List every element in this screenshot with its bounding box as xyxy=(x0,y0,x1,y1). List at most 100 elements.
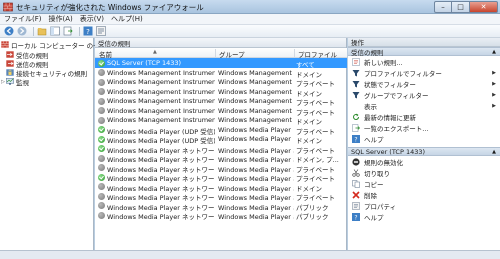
table-row[interactable]: Windows Media Player ネットワーク...Windows Me… xyxy=(95,191,347,202)
rule-disabled-icon xyxy=(98,107,105,114)
sort-arrow-icon: ▲ xyxy=(153,49,157,55)
table-row[interactable]: Windows Management Instrumentat...Window… xyxy=(95,77,347,88)
action-properties[interactable]: プロパティ xyxy=(348,200,500,211)
tree-root-label: ローカル コンピューター のセ xyxy=(11,41,100,50)
properties-icon[interactable] xyxy=(96,26,106,36)
rule-group: Windows Management I... xyxy=(218,97,294,105)
menu-file[interactable]: ファイル(F) xyxy=(4,14,42,24)
filter-icon xyxy=(352,69,360,77)
action-new-rule[interactable]: 新しい規則... xyxy=(348,56,500,67)
rule-name: Windows Management Instrumentat... xyxy=(107,106,215,115)
menu-view[interactable]: 表示(V) xyxy=(80,14,104,24)
disable-rule-icon xyxy=(352,157,360,166)
refresh-icon xyxy=(352,113,360,121)
outbound-rules-icon xyxy=(6,60,14,67)
rule-name: Windows Media Player ネットワーク... xyxy=(107,213,215,221)
rule-enabled-icon xyxy=(98,126,105,133)
submenu-arrow-icon: ▶ xyxy=(492,69,496,76)
table-row[interactable]: Windows Media Player ネットワーク...Windows Me… xyxy=(95,172,347,183)
action-filter-profile[interactable]: プロファイルでフィルター ▶ xyxy=(348,67,500,78)
title-bar: セキュリティが強化された Windows ファイアウォール – □ ✕ xyxy=(0,0,500,14)
action-label: 状態でフィルター xyxy=(364,80,416,89)
back-icon[interactable] xyxy=(4,26,14,36)
export-icon xyxy=(352,123,360,132)
table-row[interactable]: Windows Management Instrumentat...Window… xyxy=(95,87,347,98)
tree-item-monitoring[interactable]: ▷ 監視 xyxy=(0,77,29,87)
submenu-arrow-icon: ▶ xyxy=(492,80,496,87)
table-row[interactable]: Windows Media Player ネットワーク...Windows Me… xyxy=(95,210,347,221)
column-separator[interactable] xyxy=(215,49,216,57)
action-disable-rule[interactable]: 規則の無効化 xyxy=(348,156,500,167)
rule-disabled-icon xyxy=(98,211,105,219)
collapse-caret-icon[interactable]: ▲ xyxy=(492,149,496,155)
action-delete[interactable]: 削除 xyxy=(348,189,500,200)
help-icon: ? xyxy=(352,134,360,143)
collapse-caret-icon[interactable]: ▲ xyxy=(492,49,496,55)
scissors-icon xyxy=(352,168,360,177)
table-row[interactable]: Windows Media Player ネットワーク...Windows Me… xyxy=(95,153,347,164)
rule-disabled-icon xyxy=(98,164,105,171)
menu-help[interactable]: ヘルプ(H) xyxy=(111,14,143,24)
actions-section-selected-rule[interactable]: SQL Server (TCP 1433) ▲ xyxy=(348,147,500,156)
action-cut[interactable]: 切り取り xyxy=(348,167,500,178)
table-row[interactable]: Windows Media Player (UDP 受信) Windows Med… xyxy=(95,134,347,145)
tree-root[interactable]: ローカル コンピューター のセ xyxy=(1,40,100,50)
copy-icon xyxy=(352,179,360,188)
toolbar-separator xyxy=(79,26,80,36)
export-icon[interactable] xyxy=(63,26,73,36)
rule-name: Windows Management Instrumentat... xyxy=(107,116,215,124)
action-label: 削除 xyxy=(364,191,377,200)
action-label: 切り取り xyxy=(364,169,390,178)
action-refresh[interactable]: 最新の情報に更新 xyxy=(348,111,500,122)
table-row[interactable]: Windows Management Instrumentat...Window… xyxy=(95,115,347,126)
rule-group: Windows Media Player xyxy=(218,135,291,143)
close-button[interactable]: ✕ xyxy=(470,1,498,13)
rule-enabled-icon xyxy=(98,135,105,143)
table-row[interactable]: Windows Management Instrumentat...Window… xyxy=(95,96,347,107)
rule-name: Windows Management Instrumentat... xyxy=(107,97,215,105)
help-icon[interactable]: ? xyxy=(83,26,93,36)
maximize-button[interactable]: □ xyxy=(452,1,470,13)
table-row[interactable]: Windows Media Player ネットワーク...Windows Me… xyxy=(95,144,347,155)
action-help-rule[interactable]: ? ヘルプ xyxy=(348,211,500,222)
minimize-button[interactable]: – xyxy=(434,1,452,13)
list-pane-title: 受信の規則 xyxy=(95,38,346,48)
rules-list: SQL Server (TCP 1433) すべて Windows Manageme… xyxy=(95,58,347,221)
actions-section-inbound[interactable]: 受信の規則 ▲ xyxy=(348,47,500,57)
menu-action[interactable]: 操作(A) xyxy=(49,14,73,24)
action-copy[interactable]: コピー xyxy=(348,178,500,189)
action-export-list[interactable]: 一覧のエクスポート... xyxy=(348,122,500,133)
table-row[interactable]: Windows Media Player (UDP 受信) Windows Med… xyxy=(95,125,347,136)
rule-group: Windows Management I... xyxy=(218,68,294,77)
action-view[interactable]: 表示 ▶ xyxy=(348,100,500,111)
forward-icon[interactable] xyxy=(17,26,27,36)
table-row[interactable]: Windows Media Player ネットワーク...Windows Me… xyxy=(95,201,347,212)
toolbar-separator xyxy=(33,26,34,36)
table-row[interactable]: SQL Server (TCP 1433) すべて xyxy=(95,58,347,69)
rule-name: Windows Management Instrumentat... xyxy=(107,87,215,96)
table-row[interactable]: Windows Management Instrumentat...Window… xyxy=(95,68,347,79)
console-tree: ローカル コンピューター のセ 受信の規則 送信の規則 接続セキュリティの規則 … xyxy=(0,38,100,250)
column-separator[interactable] xyxy=(294,49,295,57)
svg-text:?: ? xyxy=(86,28,90,36)
rule-disabled-icon xyxy=(98,154,105,162)
status-bar xyxy=(0,250,500,259)
table-row[interactable]: Windows Media Player ネットワーク...Windows Me… xyxy=(95,163,347,174)
action-help[interactable]: ? ヘルプ xyxy=(348,133,500,144)
table-row[interactable]: Windows Management Instrumentat...Window… xyxy=(95,106,347,117)
action-label: 新しい規則... xyxy=(364,58,403,67)
table-row[interactable]: Windows Media Player ネットワーク...Windows Me… xyxy=(95,182,347,193)
action-filter-state[interactable]: 状態でフィルター ▶ xyxy=(348,78,500,89)
rule-profile: パブリック xyxy=(296,213,329,221)
svg-text:?: ? xyxy=(354,136,357,142)
up-folder-icon[interactable] xyxy=(37,26,47,36)
submenu-arrow-icon: ▶ xyxy=(492,102,496,109)
rules-list-pane: 受信の規則 名前 ▲ グループ プロファイル SQL Server (TCP 1… xyxy=(95,38,347,250)
action-filter-group[interactable]: グループでフィルター ▶ xyxy=(348,89,500,100)
action-label: 規則の無効化 xyxy=(364,158,403,167)
delete-icon xyxy=(352,190,360,199)
help-icon: ? xyxy=(352,212,360,221)
console-tree-icon[interactable] xyxy=(50,26,60,36)
action-label: コピー xyxy=(364,180,384,189)
svg-text:?: ? xyxy=(354,214,357,220)
